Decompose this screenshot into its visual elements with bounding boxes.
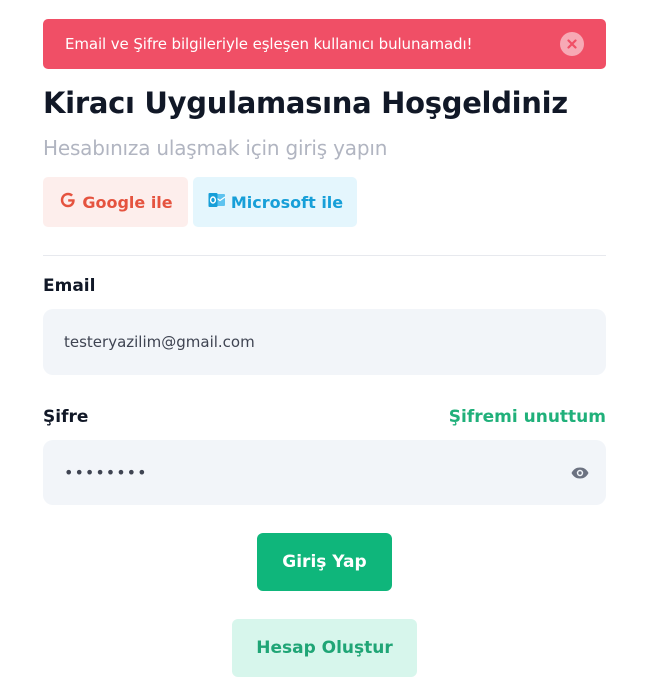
- password-field[interactable]: ••••••••: [43, 440, 606, 505]
- divider: [43, 255, 606, 256]
- microsoft-login-label: Microsoft ile: [230, 192, 344, 212]
- login-button[interactable]: Giriş Yap: [257, 533, 392, 591]
- page-subtitle: Hesabınıza ulaşmak için giriş yapın: [43, 136, 388, 160]
- email-label: Email: [43, 276, 96, 296]
- page-title: Kiracı Uygulamasına Hoşgeldiniz: [43, 86, 568, 120]
- create-account-button[interactable]: Hesap Oluştur: [232, 619, 417, 677]
- microsoft-login-button[interactable]: Microsoft ile: [193, 177, 357, 227]
- forgot-password-link[interactable]: Şifremi unuttum: [449, 407, 606, 427]
- google-icon: [58, 190, 78, 214]
- eye-icon[interactable]: [570, 463, 590, 487]
- email-field[interactable]: testeryazilim@gmail.com: [43, 309, 606, 375]
- password-value: ••••••••: [64, 463, 148, 482]
- login-page: Email ve Şifre bilgileriyle eşleşen kull…: [0, 0, 662, 691]
- google-login-button[interactable]: Google ile: [43, 177, 188, 227]
- google-login-label: Google ile: [82, 192, 173, 212]
- email-value: testeryazilim@gmail.com: [64, 333, 255, 351]
- password-label: Şifre: [43, 407, 89, 427]
- error-alert: Email ve Şifre bilgileriyle eşleşen kull…: [43, 19, 606, 69]
- microsoft-outlook-icon: [207, 190, 227, 214]
- close-icon[interactable]: [560, 32, 584, 56]
- error-alert-message: Email ve Şifre bilgileriyle eşleşen kull…: [65, 35, 473, 53]
